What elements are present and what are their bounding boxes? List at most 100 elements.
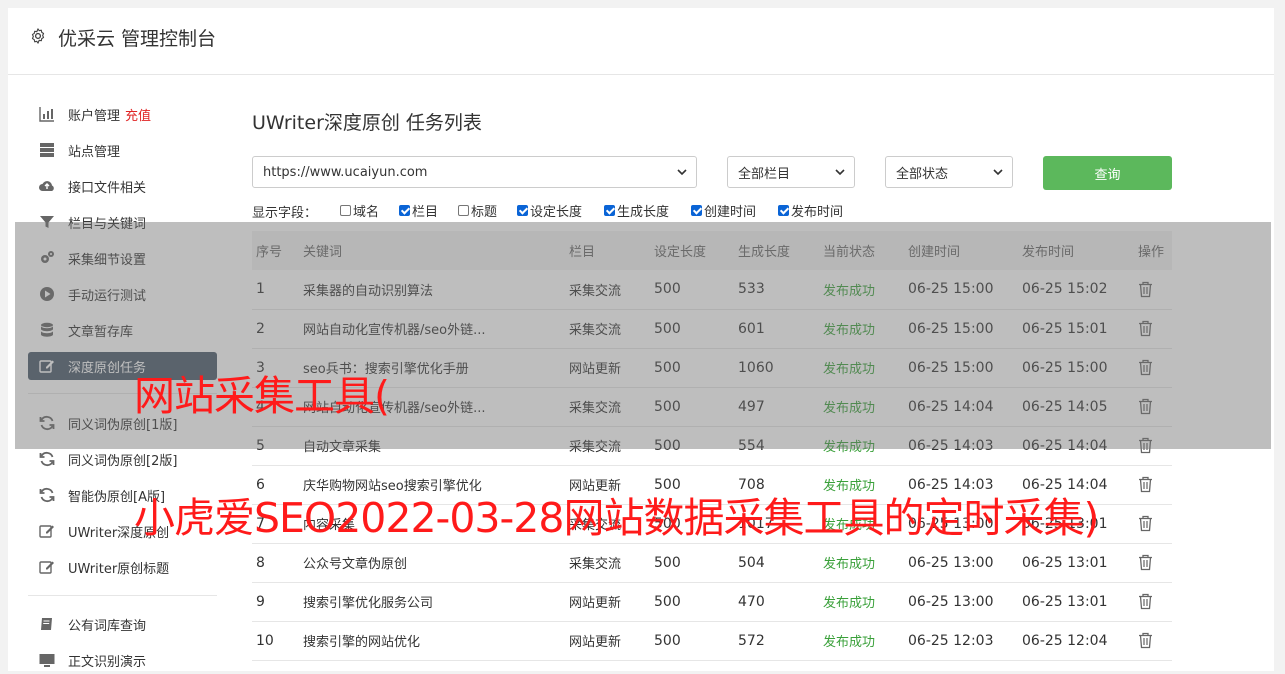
field-checkbox-domain[interactable]: 域名 [340, 201, 379, 220]
table-row: 1 采集器的自动识别算法 采集交流 500 533 发布成功 06-25 15:00 06-2… [252, 270, 1172, 309]
field-checkbox-gen-length[interactable]: 生成长度 [604, 201, 669, 220]
row-set-length: 500 [654, 320, 681, 337]
sidebar-item-smart-a[interactable]: 智能伪原创[A版] [28, 481, 217, 509]
edit-icon [39, 360, 54, 373]
row-published: 06-25 13:01 [1022, 554, 1108, 571]
row-index: 10 [256, 632, 274, 649]
field-checkbox-set-length[interactable]: 设定长度 [517, 201, 582, 220]
trash-icon[interactable] [1138, 320, 1153, 337]
row-index: 6 [256, 476, 265, 493]
row-actions [1134, 621, 1172, 660]
chevron-down-icon [835, 169, 845, 176]
row-set-length: 500 [654, 281, 681, 298]
sidebar-item-label: 采集细节设置 [68, 252, 147, 268]
checkbox[interactable] [604, 205, 615, 216]
checkbox-label: 发布时间 [791, 205, 844, 220]
site-select[interactable]: https://www.ucaiyun.com [252, 156, 697, 188]
sidebar-item-label: UWriter深度原创 [68, 525, 170, 541]
bar-chart-icon [39, 107, 54, 122]
row-published: 06-25 14:04 [1022, 437, 1108, 454]
sidebar-item-label: 接口文件相关 [68, 180, 147, 196]
row-column: 网站更新 [569, 596, 622, 611]
sidebar-item-label: 同义词伪原创[1版] [68, 417, 178, 433]
row-status: 发布成功 [823, 401, 876, 416]
row-set-length: 500 [654, 632, 681, 649]
top-bar: 优采云 管理控制台 [8, 8, 1274, 75]
sidebar-item-uwriter-title[interactable]: UWriter原创标题 [28, 553, 217, 581]
row-actions [1134, 309, 1172, 348]
trash-icon[interactable] [1138, 593, 1153, 610]
row-created: 06-25 14:03 [908, 437, 994, 454]
field-checkbox-published[interactable]: 发布时间 [778, 201, 843, 220]
sidebar-item-deep-original-task[interactable]: 深度原创任务 [28, 352, 217, 380]
trash-icon[interactable] [1138, 359, 1153, 376]
sidebar-item-label: 深度原创任务 [68, 360, 147, 376]
sidebar-item-article-storage[interactable]: 文章暂存库 [28, 316, 217, 344]
sidebar-item-label: 正文识别演示 [68, 654, 147, 670]
table-row: 2 网站自动化宣传机器/seo外链... 采集交流 500 601 发布成功 06-25 1… [252, 309, 1172, 348]
checkbox[interactable] [458, 205, 469, 216]
row-created: 06-25 13:00 [908, 515, 994, 532]
row-status: 发布成功 [823, 596, 876, 611]
checkbox[interactable] [399, 205, 410, 216]
sidebar-divider [28, 595, 217, 596]
row-column: 采集交流 [569, 283, 622, 299]
trash-icon[interactable] [1138, 398, 1153, 415]
status-select[interactable]: 全部状态 [885, 156, 1013, 188]
checkbox[interactable] [778, 205, 789, 216]
sidebar-item-synonym-v1[interactable]: 同义词伪原创[1版] [28, 409, 217, 437]
row-actions [1134, 582, 1172, 621]
checkbox[interactable] [517, 205, 528, 216]
row-index: 1 [256, 281, 265, 298]
row-gen-length: 1017 [738, 515, 774, 532]
sidebar-item-account[interactable]: 账户管理 充值 [28, 100, 217, 128]
sidebar-item-text-recognition[interactable]: 正文识别演示 [28, 646, 217, 674]
sidebar-item-label: 文章暂存库 [68, 324, 134, 340]
trash-icon[interactable] [1138, 281, 1153, 298]
field-checkbox-title[interactable]: 标题 [458, 201, 497, 220]
column-header: 发布时间 [1022, 245, 1075, 260]
row-created: 06-25 13:00 [908, 554, 994, 571]
filter-icon [40, 216, 54, 228]
row-column: 网站更新 [569, 635, 622, 650]
row-published: 06-25 15:01 [1022, 320, 1108, 337]
row-published: 06-25 12:04 [1022, 632, 1108, 649]
sidebar-item-uwriter-deep[interactable]: UWriter深度原创 [28, 517, 217, 545]
row-keyword: 自动文章采集 [303, 440, 382, 455]
trash-icon[interactable] [1138, 437, 1153, 454]
sidebar-item-collect-settings[interactable]: 采集细节设置 [28, 244, 217, 272]
row-created: 06-25 15:00 [908, 359, 994, 376]
sidebar-item-columns-keywords[interactable]: 栏目与关键词 [28, 208, 217, 236]
row-column: 采集交流 [569, 518, 622, 533]
row-published: 06-25 13:01 [1022, 515, 1108, 532]
trash-icon[interactable] [1138, 554, 1153, 571]
trash-icon[interactable] [1138, 476, 1153, 493]
sidebar-item-synonym-v2[interactable]: 同义词伪原创[2版] [28, 445, 217, 473]
sidebar-item-label: 智能伪原创[A版] [68, 489, 166, 505]
row-gen-length: 470 [738, 593, 765, 610]
row-index: 2 [256, 320, 265, 337]
sidebar-item-sites[interactable]: 站点管理 [28, 136, 217, 164]
query-button[interactable]: 查询 [1043, 156, 1172, 190]
recharge-link[interactable]: 充值 [125, 105, 151, 124]
trash-icon[interactable] [1138, 632, 1153, 649]
sidebar-item-label: 栏目与关键词 [68, 216, 147, 232]
field-checkbox-created[interactable]: 创建时间 [691, 201, 756, 220]
row-published: 06-25 14:05 [1022, 398, 1108, 415]
play-circle-icon [40, 287, 54, 301]
row-column: 网站更新 [569, 479, 622, 494]
table-row: 8 公众号文章伪原创 采集交流 500 504 发布成功 06-25 13:00 06-25 … [252, 543, 1172, 582]
checkbox[interactable] [340, 205, 351, 216]
checkbox-label: 标题 [471, 205, 498, 220]
sidebar-item-interface-files[interactable]: 接口文件相关 [28, 172, 217, 200]
sidebar-item-manual-test[interactable]: 手动运行测试 [28, 280, 217, 308]
trash-icon[interactable] [1138, 515, 1153, 532]
category-select[interactable]: 全部栏目 [727, 156, 855, 188]
row-keyword: 公众号文章伪原创 [303, 557, 408, 572]
sidebar-item-public-lexicon[interactable]: 公有词库查询 [28, 610, 217, 638]
row-set-length: 500 [654, 515, 681, 532]
field-checkbox-column[interactable]: 栏目 [399, 201, 438, 220]
row-gen-length: 572 [738, 632, 765, 649]
sidebar-item-label: 账户管理 [68, 108, 121, 124]
checkbox[interactable] [691, 205, 702, 216]
